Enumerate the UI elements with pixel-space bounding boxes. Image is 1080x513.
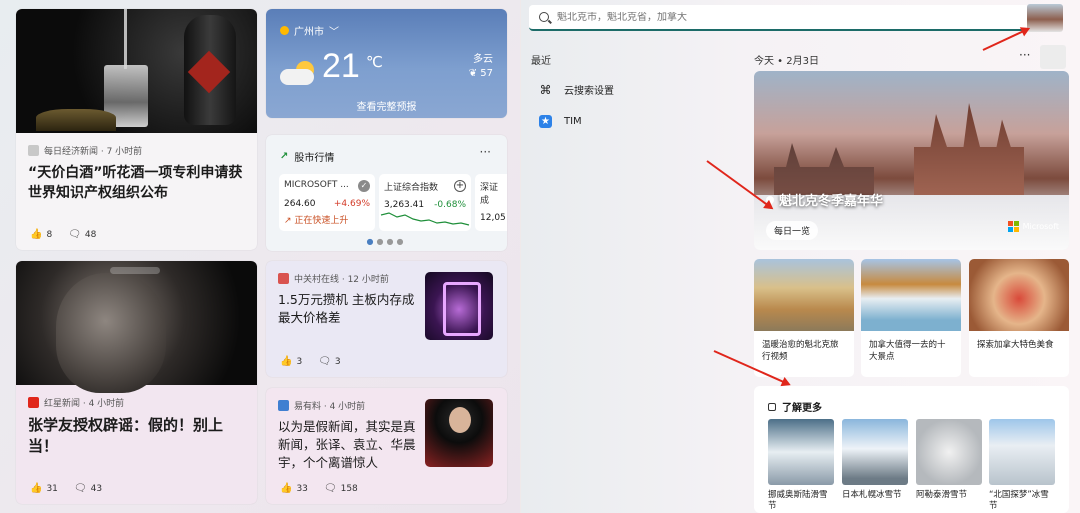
- hero-card[interactable]: 魁北克冬季嘉年华 每日一览 Microsoft: [754, 71, 1069, 250]
- comment-icon: 🗨: [318, 356, 331, 367]
- related-card[interactable]: 温暖治愈的魁北克旅行视频: [754, 259, 854, 377]
- learn-more-heading: 了解更多: [768, 399, 822, 414]
- location-sun-icon: [280, 26, 289, 35]
- side-placeholder: [1040, 45, 1066, 69]
- learn-more-image: [768, 419, 834, 485]
- news-title[interactable]: 张学友授权辟谣：假的！别上当！: [16, 409, 257, 457]
- comment-icon: 🗨: [68, 229, 81, 240]
- search-highlight-thumbnail[interactable]: [1027, 4, 1063, 32]
- source-logo-icon: [278, 273, 289, 284]
- source-logo-icon: [28, 145, 39, 156]
- comment-button[interactable]: 🗨 43: [74, 483, 102, 494]
- like-button[interactable]: 👍 31: [30, 483, 58, 494]
- add-icon[interactable]: +: [454, 180, 466, 192]
- stocks-card[interactable]: ↗ 股市行情 ··· MICROSOFT ... ✓ 264.60 +4.69% ↗…: [266, 135, 507, 251]
- today-heading: 今天 • 2月3日: [754, 56, 819, 67]
- daily-badge[interactable]: 每日一览: [766, 221, 819, 240]
- stock-tile-shanghai[interactable]: 上证综合指数 + 3,263.41 -0.68%: [379, 174, 471, 231]
- recent-heading: 最近: [531, 56, 551, 67]
- microsoft-logo: Microsoft: [1007, 221, 1059, 232]
- comment-button[interactable]: 🗨 3: [318, 356, 340, 367]
- related-image: [969, 259, 1069, 331]
- learn-more-item[interactable]: “北国探梦”冰雪节: [989, 419, 1055, 512]
- news-image: [16, 261, 257, 393]
- thumbs-up-icon: 👍: [30, 229, 43, 240]
- related-caption: 温暖治愈的魁北克旅行视频: [762, 340, 839, 362]
- comment-icon: 🗨: [323, 483, 337, 494]
- reactions: 👍 8 🗨 48: [30, 229, 96, 240]
- news-thumbnail: [425, 272, 493, 340]
- stock-tile-microsoft[interactable]: MICROSOFT ... ✓ 264.60 +4.69% ↗ 正在快速上升: [279, 174, 375, 231]
- weather-location[interactable]: 广州市 ﹀: [280, 23, 339, 38]
- stock-tile-shenzhen[interactable]: 深证成 12,05: [475, 174, 507, 231]
- comment-icon: 🗨: [73, 483, 87, 494]
- reactions: 👍 31 🗨 43: [30, 483, 102, 494]
- related-image: [861, 259, 961, 331]
- news-thumbnail: [425, 399, 493, 467]
- learn-more-item[interactable]: 阿勒泰滑雪节: [916, 419, 982, 501]
- thumbs-up-icon: 👍: [280, 356, 293, 367]
- learn-more-item[interactable]: 日本札幌冰雪节: [842, 419, 908, 501]
- widgets-panel: 每日经济新闻 · 7 小时前 “天价白酒”听花酒一项专利申请获世界知识产权组织公…: [0, 0, 520, 513]
- search-box[interactable]: [529, 5, 1029, 31]
- related-caption: 加拿大值得一去的十大景点: [869, 340, 946, 362]
- news-card-pc-build[interactable]: 中关村在线 · 12 小时前 1.5万元攒机 主板内存成最大价格差 👍 3 🗨 3: [266, 261, 507, 377]
- chevron-down-icon[interactable]: ﹀: [329, 23, 339, 38]
- weather-card[interactable]: 广州市 ﹀ 21 ℃ 多云 ❦ 57 查看完整预报: [266, 9, 507, 118]
- cloud-search-icon: ⌘: [539, 82, 552, 97]
- learn-more-section: 了解更多 挪威奥斯陆滑雪节 日本札幌冰雪节 阿勒泰滑雪节 “北国探梦”冰雪节: [754, 386, 1069, 513]
- thumbs-up-icon: 👍: [30, 483, 43, 494]
- temperature-unit: ℃: [366, 53, 383, 71]
- microsoft-logo-icon: [1007, 221, 1019, 232]
- recent-item-tim[interactable]: ★ TIM: [539, 115, 582, 128]
- learn-more-item[interactable]: 挪威奥斯陆滑雪节: [768, 419, 834, 512]
- learn-more-image: [842, 419, 908, 485]
- rising-arrow-icon: ↗: [284, 216, 292, 226]
- reactions: 👍 3 🗨 3: [280, 356, 341, 367]
- comment-button[interactable]: 🗨 48: [68, 229, 96, 240]
- like-button[interactable]: 👍 3: [280, 356, 302, 367]
- hero-caption[interactable]: 魁北克冬季嘉年华: [764, 190, 883, 209]
- partly-cloudy-icon: [280, 61, 318, 85]
- news-card-celebrities[interactable]: 易有料 · 4 小时前 以为是假新闻，其实是真新闻，张译、袁立、华晨宇，个个离谱…: [266, 388, 507, 504]
- stocks-header: ↗ 股市行情: [280, 151, 335, 164]
- more-options-icon[interactable]: ···: [1019, 48, 1030, 62]
- related-caption: 探索加拿大特色美食: [977, 340, 1054, 350]
- weather-condition: 多云 ❦ 57: [468, 54, 493, 79]
- trend-arrow-icon: ↗: [280, 151, 289, 162]
- thumbs-up-icon: 👍: [280, 483, 293, 494]
- checkmark-icon[interactable]: ✓: [358, 180, 370, 192]
- recent-item-cloud-search[interactable]: ⌘ 云搜索设置: [539, 82, 615, 98]
- more-options-icon[interactable]: ···: [480, 145, 491, 159]
- sparkline: [380, 212, 470, 226]
- news-image: [16, 9, 257, 133]
- comment-button[interactable]: 🗨 158: [324, 483, 358, 494]
- source-logo-icon: [28, 397, 39, 408]
- like-button[interactable]: 👍 8: [30, 229, 52, 240]
- full-forecast-link[interactable]: 查看完整预报: [266, 98, 507, 113]
- like-button[interactable]: 👍 33: [280, 483, 308, 494]
- related-card[interactable]: 加拿大值得一去的十大景点: [861, 259, 961, 377]
- search-panel: 最近 ⌘ 云搜索设置 ★ TIM 今天 • 2月3日 ··· 魁北克冬季嘉年华 …: [521, 0, 1080, 513]
- related-image: [754, 259, 854, 331]
- learn-more-image: [916, 419, 982, 485]
- carousel-pager[interactable]: ●●●●: [266, 237, 507, 246]
- related-card[interactable]: 探索加拿大特色美食: [969, 259, 1069, 377]
- news-source: 每日经济新闻 · 7 小时前: [16, 133, 257, 157]
- reactions: 👍 33 🗨 158: [280, 483, 358, 494]
- news-card-jacky[interactable]: 红星新闻 · 4 小时前 张学友授权辟谣：假的！别上当！ 👍 31 🗨 43: [16, 261, 257, 504]
- search-input[interactable]: [557, 11, 997, 23]
- leaf-icon: ❦: [468, 68, 478, 79]
- learn-more-image: [989, 419, 1055, 485]
- news-card-baijiu[interactable]: 每日经济新闻 · 7 小时前 “天价白酒”听花酒一项专利申请获世界知识产权组织公…: [16, 9, 257, 250]
- tim-app-icon: ★: [539, 115, 552, 128]
- news-title[interactable]: “天价白酒”听花酒一项专利申请获世界知识产权组织公布: [16, 157, 257, 203]
- search-icon: [539, 12, 549, 22]
- temperature: 21: [322, 47, 360, 85]
- learn-more-icon: [768, 402, 776, 411]
- source-logo-icon: [278, 400, 289, 411]
